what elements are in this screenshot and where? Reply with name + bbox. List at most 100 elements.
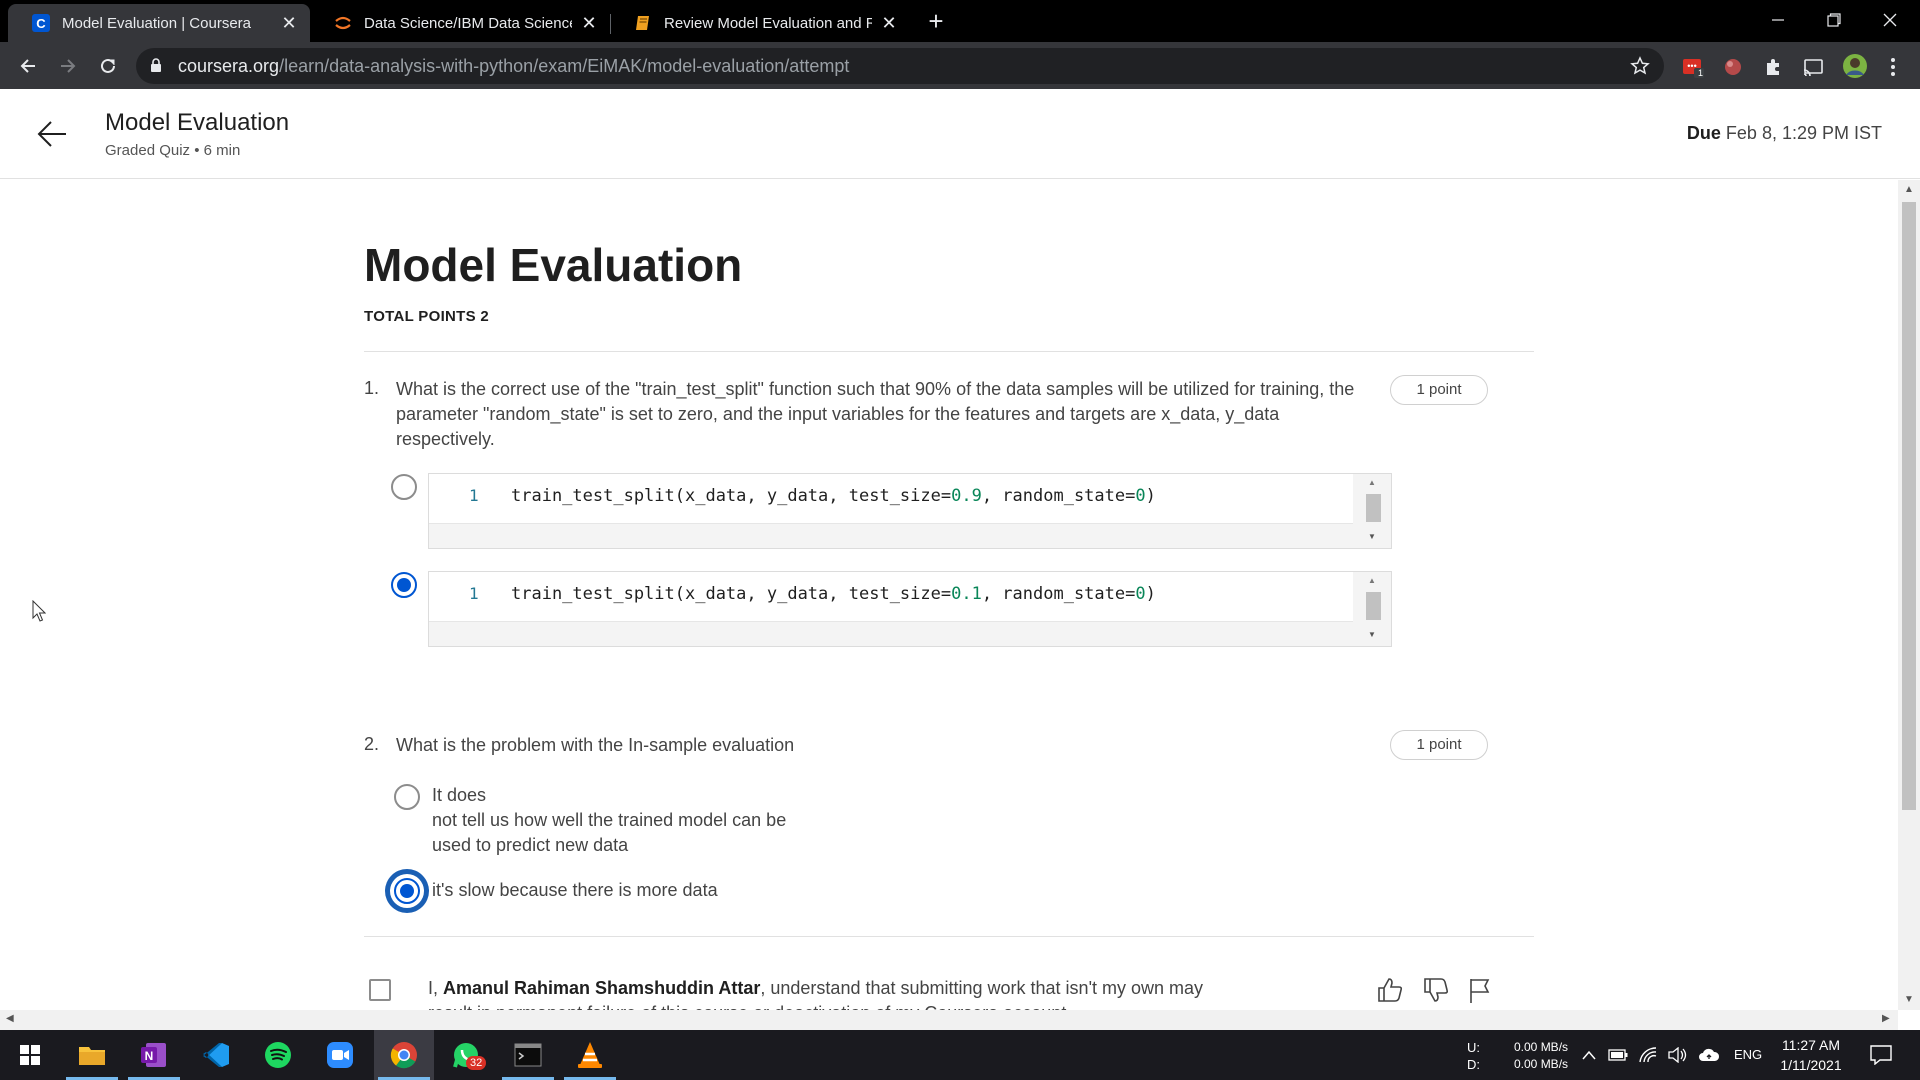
honor-line: result in permanent failure of this cour… <box>428 1001 1308 1010</box>
taskbar-onenote[interactable]: N <box>124 1030 184 1080</box>
language-indicator[interactable]: ENG <box>1734 1047 1762 1062</box>
back-button[interactable] <box>12 50 44 82</box>
show-hidden-icons-chevron-up-icon[interactable] <box>1578 1044 1600 1066</box>
option-radio-selected[interactable] <box>391 572 417 598</box>
close-icon[interactable]: ✕ <box>280 14 298 32</box>
cast-icon[interactable] <box>1802 56 1824 78</box>
address-bar[interactable]: coursera.org/learn/data-analysis-with-py… <box>136 48 1664 84</box>
net-up-label: U: <box>1467 1040 1480 1055</box>
points-badge: 1 point <box>1390 730 1488 760</box>
page-vertical-scrollbar[interactable]: ▲ ▼ <box>1898 180 1920 1010</box>
due-date: Due Feb 8, 1:29 PM IST <box>1687 123 1882 144</box>
volume-icon[interactable] <box>1667 1044 1689 1066</box>
scroll-thumb[interactable] <box>1366 592 1381 620</box>
close-icon[interactable]: ✕ <box>580 14 598 32</box>
taskbar-spotify[interactable] <box>248 1030 308 1080</box>
scroll-right-icon[interactable]: ▶ <box>1882 1013 1890 1024</box>
scroll-down-icon[interactable]: ▼ <box>1904 994 1914 1005</box>
scroll-thumb[interactable] <box>1366 494 1381 522</box>
scroll-thumb[interactable] <box>1902 202 1916 810</box>
profile-avatar[interactable] <box>1842 53 1868 79</box>
code-scrollbar[interactable]: ▲ ▼ <box>1353 474 1391 548</box>
page-horizontal-scrollbar[interactable]: ◀ ▶ <box>0 1010 1898 1030</box>
tab-model-evaluation[interactable]: C Model Evaluation | Coursera ✕ <box>8 4 310 42</box>
windows-taskbar: N 32 U: D: 0.00 MB/s 0.00 MB/s ENG 11:27… <box>0 1030 1920 1080</box>
option-label-line: It does <box>432 785 487 805</box>
scroll-down-icon[interactable]: ▼ <box>1368 532 1376 541</box>
wifi-icon[interactable] <box>1637 1044 1659 1066</box>
honor-code-text: I, Amanul Rahiman Shamshuddin Attar, und… <box>428 976 1308 1010</box>
reload-button[interactable] <box>92 50 124 82</box>
option-radio-selected[interactable] <box>394 878 420 904</box>
thumbs-down-icon[interactable] <box>1422 976 1450 1004</box>
battery-icon[interactable] <box>1607 1044 1629 1066</box>
extension-ball-icon[interactable] <box>1722 56 1744 78</box>
taskbar-file-explorer[interactable] <box>62 1030 122 1080</box>
code-number: 0.1 <box>951 584 982 604</box>
thumbs-up-icon[interactable] <box>1376 976 1404 1004</box>
tab-title: Model Evaluation | Coursera <box>62 14 251 32</box>
question-text: What is the correct use of the "train_te… <box>396 377 1354 452</box>
back-arrow-icon[interactable] <box>36 119 68 154</box>
minimize-icon <box>1772 19 1784 21</box>
new-tab-button[interactable]: + <box>922 8 950 36</box>
code-option[interactable]: 1 train_test_split(x_data, y_data, test_… <box>428 473 1392 549</box>
forward-button[interactable] <box>52 50 84 82</box>
scroll-left-icon[interactable]: ◀ <box>6 1013 14 1024</box>
honor-code-checkbox[interactable] <box>369 979 391 1001</box>
tab-title: Data Science/IBM Data Science/6 <box>364 14 572 32</box>
taskbar-vscode[interactable] <box>186 1030 246 1080</box>
code-option[interactable]: 1 train_test_split(x_data, y_data, test_… <box>428 571 1392 647</box>
option-label[interactable]: it's slow because there is more data <box>432 878 718 903</box>
question-number: 2. <box>364 734 380 754</box>
scroll-down-icon[interactable]: ▼ <box>1368 630 1376 639</box>
due-value: Feb 8, 1:29 PM IST <box>1725 123 1882 143</box>
net-down-label: D: <box>1467 1057 1480 1072</box>
close-icon[interactable]: ✕ <box>880 14 898 32</box>
question-text-line: parameter "random_state" is set to zero,… <box>396 404 1280 424</box>
browser-tab-strip: C Model Evaluation | Coursera ✕ Data Sci… <box>0 0 1920 42</box>
option-radio[interactable] <box>394 784 420 810</box>
extension-badge: 1 <box>1698 68 1704 78</box>
more-options-icon[interactable] <box>1882 56 1904 78</box>
code-line: train_test_split(x_data, y_data, test_si… <box>511 584 1156 604</box>
taskbar-terminal[interactable] <box>498 1030 558 1080</box>
clock-date[interactable]: 1/11/2021 <box>1778 1057 1844 1073</box>
tab-data-science[interactable]: Data Science/IBM Data Science/6 ✕ <box>310 4 610 42</box>
tab-review-model-evaluation[interactable]: Review Model Evaluation and Ref ✕ <box>610 4 910 42</box>
points-badge: 1 point <box>1390 375 1488 405</box>
coursera-icon: C <box>32 14 50 32</box>
quiz-header: Model Evaluation Graded Quiz • 6 min Due… <box>0 89 1920 179</box>
extensions-puzzle-icon[interactable] <box>1762 56 1784 78</box>
question-text-line: respectively. <box>396 429 495 449</box>
quiz-content: Model Evaluation TOTAL POINTS 2 1. What … <box>0 180 1898 1010</box>
onedrive-cloud-icon[interactable] <box>1698 1044 1720 1066</box>
taskbar-vlc[interactable] <box>560 1030 620 1080</box>
terminal-icon <box>514 1043 542 1067</box>
vscode-icon <box>203 1043 229 1067</box>
taskbar-zoom[interactable] <box>310 1030 370 1080</box>
windows-start-button[interactable] <box>0 1030 60 1080</box>
code-scrollbar[interactable]: ▲ ▼ <box>1353 572 1391 646</box>
scroll-up-icon[interactable]: ▲ <box>1368 576 1376 585</box>
url-path: /learn/data-analysis-with-python/exam/Ei… <box>279 56 850 76</box>
bookmark-star-icon[interactable] <box>1630 56 1650 81</box>
option-label-line: not tell us how well the trained model c… <box>432 810 787 830</box>
scroll-up-icon[interactable]: ▲ <box>1368 478 1376 487</box>
question-text-line: What is the correct use of the "train_te… <box>396 379 1355 399</box>
minimize-button[interactable] <box>1750 0 1806 40</box>
option-label[interactable]: It does not tell us how well the trained… <box>432 783 786 858</box>
flag-icon[interactable] <box>1466 976 1494 1004</box>
code-line: train_test_split(x_data, y_data, test_si… <box>511 486 1156 506</box>
option-radio[interactable] <box>391 474 417 500</box>
code-token: ) <box>1145 486 1156 506</box>
code-editor: 1 train_test_split(x_data, y_data, test_… <box>429 474 1353 524</box>
taskbar-whatsapp[interactable]: 32 <box>436 1030 496 1080</box>
restore-button[interactable] <box>1806 0 1862 40</box>
close-window-button[interactable] <box>1862 0 1918 40</box>
scroll-up-icon[interactable]: ▲ <box>1904 184 1914 195</box>
extension-todo-icon[interactable]: ••• 1 <box>1682 56 1704 78</box>
taskbar-chrome[interactable] <box>374 1030 434 1080</box>
notification-center-icon[interactable] <box>1868 1044 1894 1066</box>
clock-time[interactable]: 11:27 AM <box>1778 1037 1844 1053</box>
